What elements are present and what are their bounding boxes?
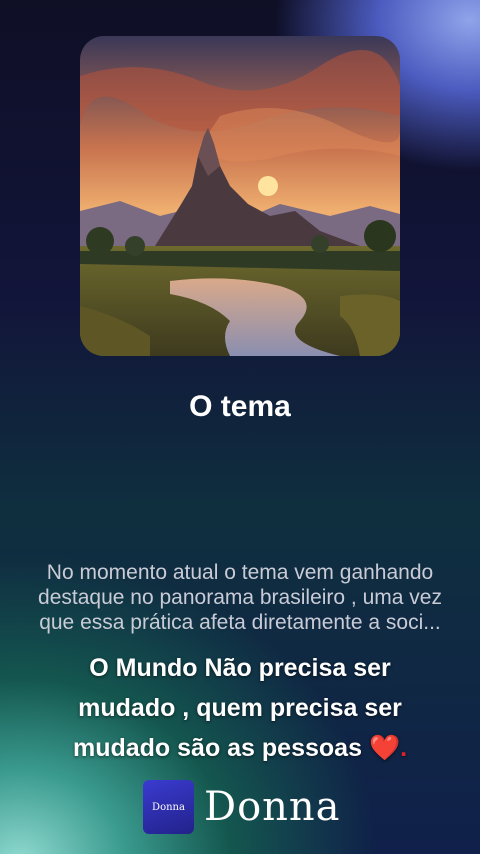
brand-watermark: Donna Donna — [143, 780, 341, 834]
post-description: No momento atual o tema vem ganhando des… — [38, 561, 442, 634]
quote-text: O Mundo Não precisa ser mudado , quem pr… — [72, 654, 402, 762]
brand-logo: Donna — [143, 780, 194, 834]
brand-name: Donna — [204, 784, 341, 830]
post-title: O tema — [189, 390, 291, 423]
quote-overlay: O Mundo Não precisa ser mudado , quem pr… — [60, 648, 420, 768]
post-image — [80, 36, 400, 356]
heart-emoji: ❤️. — [368, 734, 408, 762]
landscape-image — [80, 36, 400, 356]
